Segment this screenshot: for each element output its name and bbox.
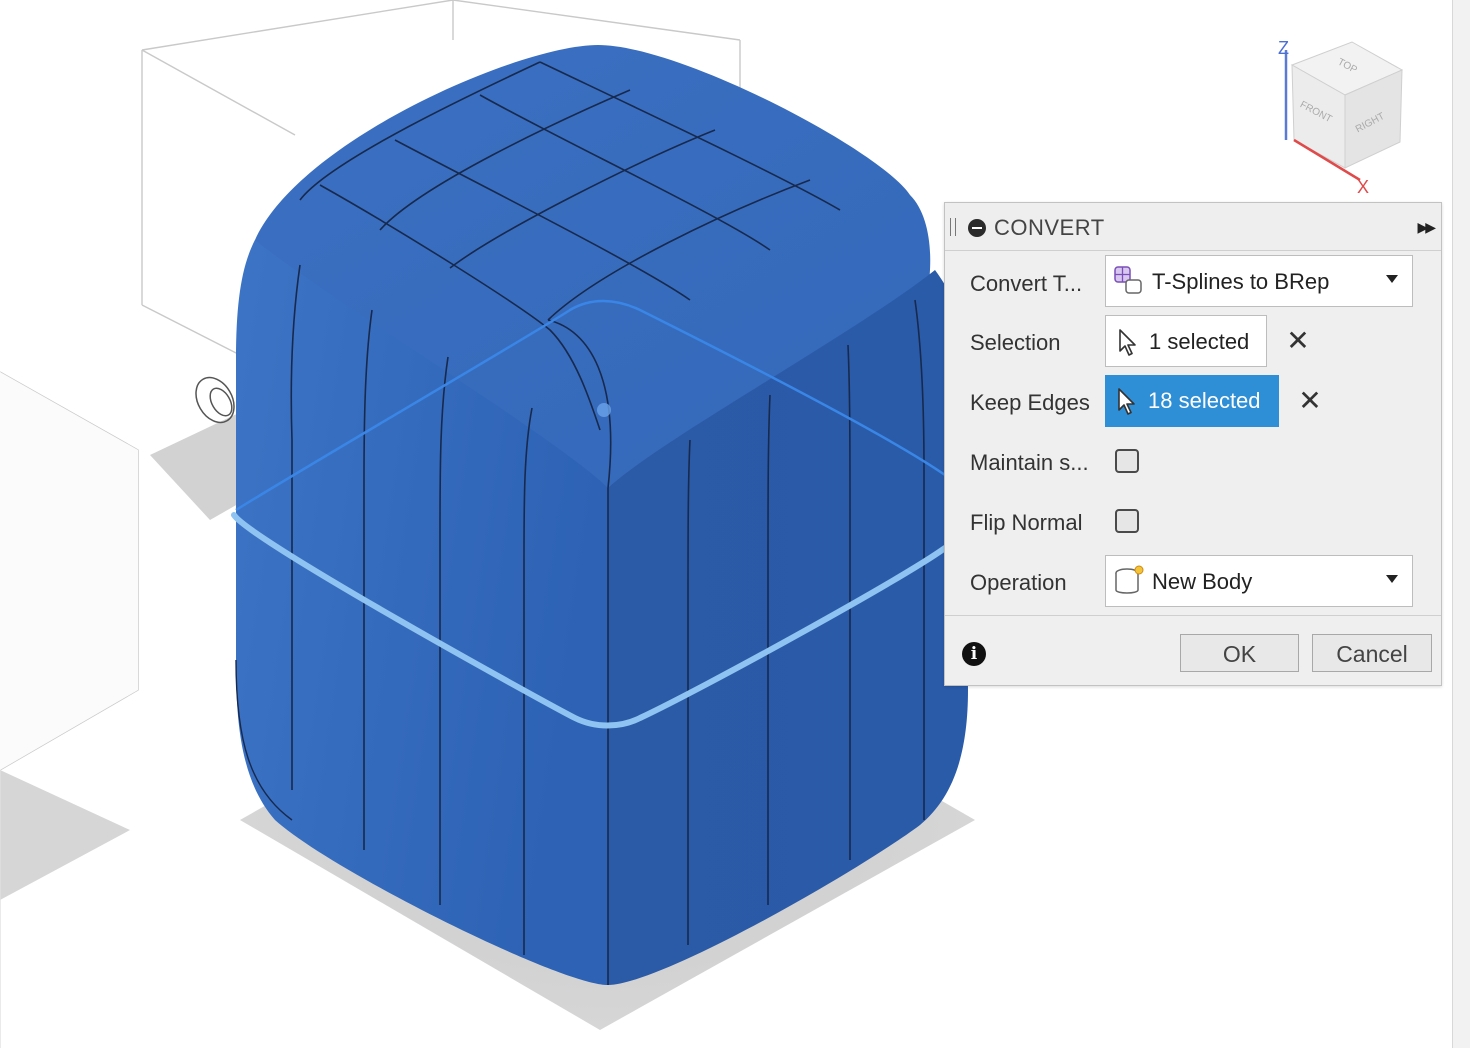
- operation-value: New Body: [1152, 569, 1253, 594]
- keep-edges-button[interactable]: 18 selected: [1105, 375, 1279, 427]
- tspline-body[interactable]: [231, 45, 968, 985]
- z-axis-label: Z: [1278, 38, 1289, 58]
- clear-selection-icon[interactable]: ✕: [1286, 327, 1310, 355]
- x-axis-label: X: [1357, 177, 1369, 197]
- chevron-down-icon: [1386, 275, 1398, 283]
- operation-dropdown[interactable]: New Body: [1105, 555, 1413, 607]
- flip-normal-label: Flip Normal: [970, 510, 1083, 535]
- drag-grip-icon[interactable]: [950, 218, 956, 236]
- ok-button[interactable]: OK: [1180, 634, 1299, 672]
- cancel-button[interactable]: Cancel: [1312, 634, 1432, 672]
- expand-icon[interactable]: ▶▶: [1417, 219, 1435, 236]
- cursor-arrow-icon: [1118, 388, 1135, 415]
- wireframe-face: [0, 372, 138, 770]
- right-panel-edge: [1452, 0, 1470, 1048]
- maintain-checkbox[interactable]: [1115, 449, 1139, 473]
- tsplines-to-brep-icon: [1114, 266, 1142, 294]
- convert-dialog: CONVERT ▶▶ Convert T... T-Splines to BRe…: [944, 202, 1442, 686]
- collapse-icon[interactable]: [968, 219, 986, 237]
- dialog-title: CONVERT: [994, 215, 1105, 240]
- clear-keep-edges-icon[interactable]: ✕: [1298, 387, 1322, 415]
- selection-label: Selection: [970, 330, 1061, 355]
- keep-edges-value: 18 selected: [1148, 388, 1261, 413]
- selection-value: 1 selected: [1149, 329, 1250, 354]
- chevron-down-icon: [1386, 575, 1398, 583]
- convert-type-label: Convert T...: [970, 271, 1083, 296]
- info-icon[interactable]: i: [962, 642, 986, 666]
- selection-button[interactable]: 1 selected: [1105, 315, 1267, 367]
- cursor-arrow-icon: [1119, 329, 1136, 356]
- convert-type-dropdown[interactable]: T-Splines to BRep: [1105, 255, 1413, 307]
- new-body-icon: [1115, 565, 1144, 594]
- dialog-header[interactable]: CONVERT ▶▶: [945, 203, 1441, 251]
- convert-type-value: T-Splines to BRep: [1152, 269, 1330, 294]
- operation-label: Operation: [970, 570, 1067, 595]
- dialog-footer: i OK Cancel: [945, 615, 1441, 686]
- maintain-label: Maintain s...: [970, 450, 1089, 475]
- keep-edges-label: Keep Edges: [970, 390, 1090, 415]
- flip-normal-checkbox[interactable]: [1115, 509, 1139, 533]
